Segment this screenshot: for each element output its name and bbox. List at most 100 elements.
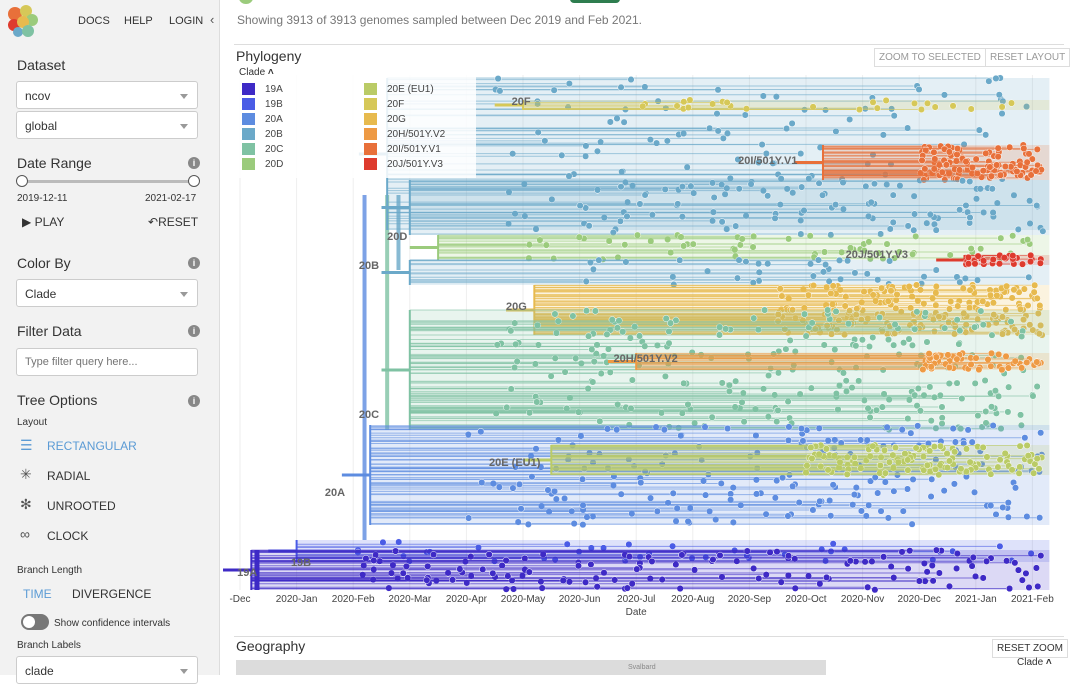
info-icon[interactable]: i [188, 157, 200, 169]
tip [494, 75, 502, 83]
date-slider-start-handle[interactable] [16, 175, 28, 187]
branch-labels-select[interactable]: clade [16, 656, 198, 684]
tip [788, 119, 796, 127]
nextstrain-logo[interactable] [6, 4, 38, 38]
date-end: 2021-02-17 [145, 193, 197, 204]
tip [1023, 512, 1031, 521]
legend-item-20e-eu1-[interactable]: 20E (EU1) [364, 83, 434, 96]
x-tick-label: 2020-Nov [841, 594, 884, 605]
dataset-select-2[interactable]: global [16, 111, 198, 139]
geography-map[interactable]: Svalbard [236, 660, 826, 675]
tip [589, 265, 597, 273]
tip [576, 202, 584, 210]
header-toggle[interactable] [570, 0, 620, 3]
docs-link[interactable]: DOCS [78, 15, 110, 27]
tip [991, 387, 999, 395]
tip [936, 442, 945, 450]
legend-item-20c[interactable]: 20C [242, 143, 283, 156]
legend-label: 20I/501Y.V1 [387, 144, 441, 155]
tip [865, 342, 873, 351]
tip [477, 428, 485, 436]
legend-item-20j-501y-v3[interactable]: 20J/501Y.V3 [364, 158, 443, 171]
tip [774, 406, 782, 414]
tip [967, 105, 975, 113]
play-button[interactable]: ▶ PLAY [22, 215, 64, 229]
branch-length-time[interactable]: TIME [23, 587, 52, 601]
legend-toggle[interactable]: Clade ˄ [239, 67, 274, 78]
tip [921, 309, 929, 317]
tip [715, 331, 723, 339]
tip [962, 158, 970, 166]
collapse-sidebar-icon[interactable]: ‹ [210, 12, 214, 27]
tip [665, 339, 673, 347]
tip [904, 565, 912, 573]
legend-item-20g[interactable]: 20G [364, 113, 406, 126]
zoom-to-selected-button[interactable]: ZOOM TO SELECTED [874, 48, 986, 67]
login-link[interactable]: LOGIN [169, 15, 203, 27]
info-icon[interactable]: i [188, 325, 200, 337]
tip [603, 330, 611, 338]
x-tick-label: 2020-Jul [617, 594, 655, 605]
date-range-slider[interactable] [22, 180, 194, 183]
tip [912, 232, 920, 240]
tip [575, 233, 583, 241]
dataset-select-1[interactable]: ncov [16, 81, 198, 109]
tip [827, 512, 835, 520]
tip [898, 426, 906, 434]
tip [1010, 286, 1018, 294]
tip [1034, 582, 1042, 590]
tip [872, 406, 881, 414]
info-icon[interactable]: i [188, 257, 200, 269]
color-swatch [242, 143, 255, 156]
tip [829, 282, 837, 290]
tip [723, 98, 731, 107]
tip [1006, 584, 1014, 593]
tip [637, 479, 645, 487]
reset-button[interactable]: ↶RESET [148, 215, 198, 229]
tip [798, 183, 806, 191]
tip [1020, 144, 1028, 153]
legend-item-20f[interactable]: 20F [364, 98, 404, 111]
help-link[interactable]: HELP [124, 15, 153, 27]
tip [884, 336, 893, 344]
tip [923, 461, 931, 469]
tip [941, 324, 949, 332]
tip [1014, 225, 1022, 233]
color-by-select[interactable]: Clade [16, 279, 198, 307]
tip [570, 520, 578, 528]
color-swatch [242, 128, 255, 141]
info-icon[interactable]: i [188, 395, 200, 407]
tip [932, 282, 940, 291]
dataset-value: global [25, 119, 58, 133]
reset-layout-button[interactable]: RESET LAYOUT [985, 48, 1071, 67]
legend-label: 20A [265, 114, 283, 125]
tip [736, 241, 744, 249]
geography-legend-toggle[interactable]: Clade ˄ [1017, 657, 1052, 668]
tip [503, 403, 511, 411]
legend-label: 20G [387, 114, 406, 125]
tip [851, 269, 859, 277]
branch-length-divergence[interactable]: DIVERGENCE [72, 587, 151, 601]
confidence-toggle[interactable] [21, 614, 49, 630]
legend-item-19b[interactable]: 19B [242, 98, 283, 111]
legend-item-19a[interactable]: 19A [242, 83, 283, 96]
legend-item-20d[interactable]: 20D [242, 158, 283, 171]
date-slider-end-handle[interactable] [188, 175, 200, 187]
tip [996, 542, 1004, 550]
tip [820, 341, 828, 349]
tip [569, 312, 577, 320]
branch-length-label: Branch Length [17, 565, 83, 576]
legend-item-20h-501y-v2[interactable]: 20H/501Y.V2 [364, 128, 445, 141]
legend-item-20b[interactable]: 20B [242, 128, 283, 141]
legend-item-20i-501y-v1[interactable]: 20I/501Y.V1 [364, 143, 441, 156]
tip [981, 376, 989, 385]
tip [1011, 559, 1019, 567]
tip [915, 85, 923, 93]
chevron-up-icon: ˄ [267, 67, 274, 78]
tip [672, 560, 680, 569]
tip [832, 201, 840, 209]
legend-item-20a[interactable]: 20A [242, 113, 283, 126]
tip [582, 307, 591, 315]
reset-zoom-button[interactable]: RESET ZOOM [992, 639, 1068, 658]
filter-input[interactable] [16, 348, 198, 376]
